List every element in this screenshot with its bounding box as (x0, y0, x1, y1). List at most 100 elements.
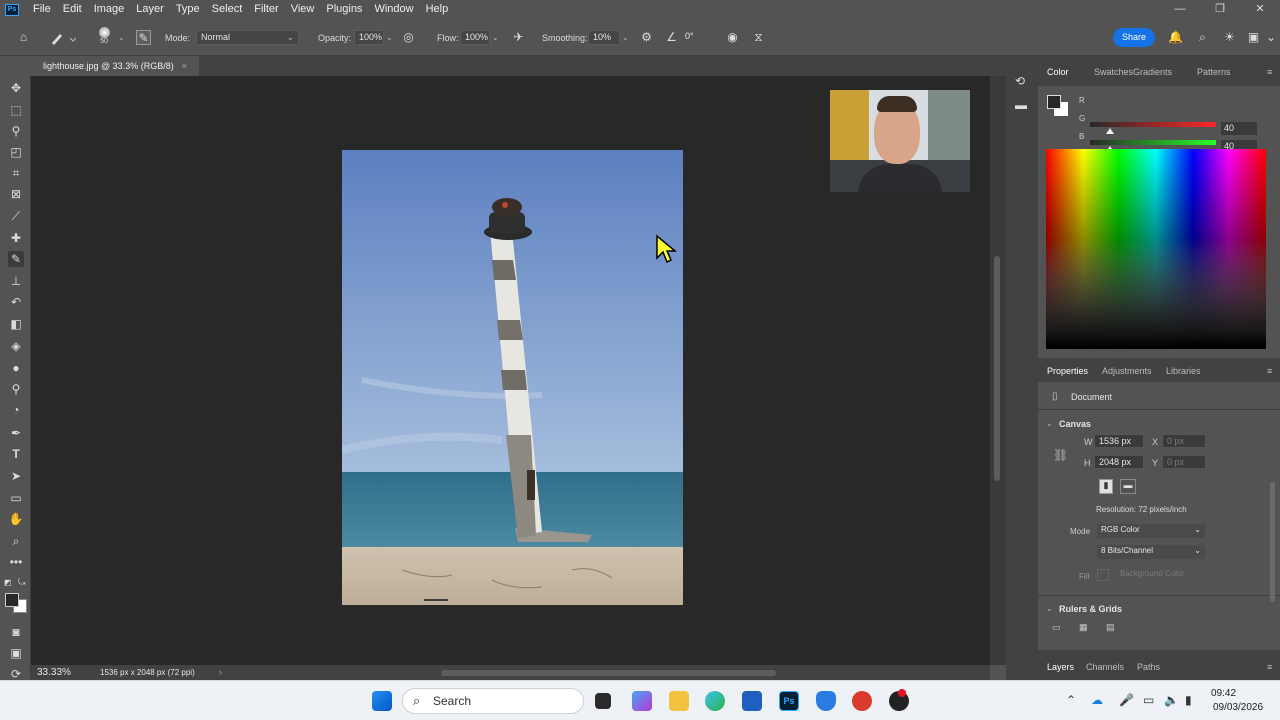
workspace-icon[interactable]: ▣ (1246, 30, 1261, 45)
mode-select[interactable]: Normal ⌄ (196, 30, 299, 45)
chevron-up-icon[interactable]: ⌃ (1066, 693, 1076, 707)
menu-layer[interactable]: Layer (130, 0, 170, 19)
crop-tool-icon[interactable]: ⌗ (8, 165, 24, 181)
frame-tool-icon[interactable]: ⊠ (8, 186, 24, 202)
menu-edit[interactable]: Edit (57, 0, 88, 19)
x-input[interactable]: 0 px (1162, 434, 1206, 448)
screen-mode-icon[interactable]: ▣ (8, 645, 24, 661)
tab-libraries[interactable]: Libraries (1166, 366, 1201, 376)
color-spectrum[interactable] (1046, 149, 1266, 349)
photoshop-taskbar-icon[interactable]: Ps (779, 691, 799, 711)
landscape-orientation-icon[interactable]: ▬ (1120, 479, 1136, 494)
dodge-tool-icon[interactable]: ◔ (8, 402, 24, 418)
file-explorer-icon[interactable] (669, 691, 689, 711)
clock-time[interactable]: 09:42 (1211, 688, 1236, 699)
tab-channels[interactable]: Channels (1086, 662, 1124, 672)
chevron-down-icon[interactable]: ⌄ (386, 33, 393, 42)
eyedropper-tool-icon[interactable]: ⟋ (8, 208, 24, 224)
foreground-color-chip[interactable] (1047, 95, 1061, 109)
brush-size-picker[interactable]: 50 (96, 27, 112, 45)
zoom-tool-icon[interactable]: ⌕ (8, 533, 24, 549)
menu-select[interactable]: Select (206, 0, 249, 19)
search-icon[interactable]: ⌕ (1195, 30, 1210, 45)
task-view-icon[interactable] (595, 693, 611, 709)
brush-settings-icon[interactable]: ✎ (136, 30, 151, 45)
menu-file[interactable]: File (27, 0, 57, 19)
ruler-icon[interactable]: ▭ (1052, 622, 1061, 633)
color-mode-select[interactable]: RGB Color ⌄ (1097, 524, 1205, 538)
grid-icon[interactable]: ▦ (1079, 622, 1088, 633)
menu-help[interactable]: Help (420, 0, 455, 19)
height-input[interactable]: 2048 px (1094, 455, 1144, 469)
default-colors-icon[interactable]: ◩ (4, 578, 12, 587)
scrollbar-thumb[interactable] (994, 256, 1000, 481)
vertical-scrollbar[interactable] (990, 76, 1006, 665)
history-icon[interactable]: ⟲ (1015, 74, 1025, 88)
menu-plugins[interactable]: Plugins (320, 0, 368, 19)
tab-color[interactable]: Color (1047, 67, 1069, 77)
menu-type[interactable]: Type (170, 0, 206, 19)
close-icon[interactable]: × (182, 61, 187, 71)
acrobat-icon[interactable] (852, 691, 872, 711)
paint-bucket-tool-icon[interactable]: ◈ (8, 338, 24, 354)
home-icon[interactable]: ⌂ (16, 30, 31, 45)
dodge-tool-icon[interactable]: ⚲ (8, 381, 24, 397)
fill-swatch[interactable] (1097, 569, 1109, 581)
close-icon[interactable]: ✕ (1240, 0, 1280, 19)
object-selection-tool-icon[interactable]: ⚲ (8, 123, 24, 139)
portrait-orientation-icon[interactable]: ▮ (1099, 479, 1113, 494)
document-tab[interactable]: lighthouse.jpg @ 33.3% (RGB/8) × (31, 56, 199, 76)
windows-start-icon[interactable] (372, 691, 392, 711)
opacity-input[interactable]: 100% (354, 30, 384, 45)
marquee-tool-icon[interactable]: ⬚ (8, 102, 24, 118)
chevron-down-icon[interactable]: ⌄ (622, 33, 629, 42)
g-slider[interactable] (1090, 140, 1216, 145)
pressure-size-icon[interactable]: ◉ (725, 30, 740, 45)
tab-adjustments[interactable]: Adjustments (1102, 366, 1152, 376)
chevron-right-icon[interactable]: › (219, 667, 222, 677)
brush-tool-icon[interactable]: ✎ (8, 251, 24, 267)
link-icon[interactable]: ⛓ (1053, 448, 1068, 462)
battery-icon[interactable]: ▮ (1185, 693, 1192, 707)
rectangle-tool-icon[interactable]: ▭ (8, 490, 24, 506)
healing-brush-tool-icon[interactable]: ✚ (8, 230, 24, 246)
flow-input[interactable]: 100% (460, 30, 490, 45)
bit-depth-select[interactable]: 8 Bits/Channel ⌄ (1097, 545, 1205, 559)
document-canvas[interactable] (342, 150, 683, 605)
network-icon[interactable]: ▭ (1143, 693, 1154, 707)
volume-icon[interactable]: 🔈 (1164, 693, 1179, 707)
menu-filter[interactable]: Filter (248, 0, 284, 19)
eraser-tool-icon[interactable]: ◧ (8, 316, 24, 332)
chevron-down-icon[interactable]: ⌄ (1046, 604, 1053, 613)
frame-select-tool-icon[interactable]: ◰ (8, 144, 24, 160)
tab-patterns[interactable]: Patterns (1197, 67, 1231, 77)
tab-swatches[interactable]: Swatches (1094, 67, 1133, 77)
chevron-down-icon[interactable]: ⌄ (118, 33, 125, 42)
foreground-color-swatch[interactable] (5, 593, 19, 607)
menu-image[interactable]: Image (88, 0, 131, 19)
chevron-down-icon[interactable]: ⌄ (492, 33, 499, 42)
bell-icon[interactable]: 🔔 (1168, 30, 1183, 45)
horizontal-scrollbar-thumb[interactable] (441, 670, 776, 676)
store-icon[interactable] (742, 691, 762, 711)
microphone-icon[interactable]: 🎤 (1119, 693, 1134, 707)
discover-icon[interactable]: ☀ (1222, 30, 1237, 45)
width-input[interactable]: 1536 px (1094, 434, 1144, 448)
minimize-icon[interactable]: — (1160, 0, 1200, 19)
taskbar-search[interactable]: ⌕ Search (402, 688, 584, 714)
panel-menu-icon[interactable]: ≡ (1267, 662, 1272, 672)
y-input[interactable]: 0 px (1162, 455, 1206, 469)
tool-preset-picker[interactable] (48, 29, 77, 47)
chevron-down-icon[interactable]: ⌄ (1266, 30, 1276, 45)
hand-tool-icon[interactable]: ✋ (8, 511, 24, 527)
properties-scrollbar[interactable] (1270, 482, 1275, 602)
guides-icon[interactable]: ▤ (1106, 622, 1115, 633)
smoothing-input[interactable]: 10% (588, 30, 620, 45)
panel-menu-icon[interactable]: ≡ (1267, 366, 1272, 376)
tab-properties[interactable]: Properties (1047, 366, 1088, 376)
maximize-icon[interactable]: ❐ (1200, 0, 1240, 19)
type-tool-icon[interactable]: T (8, 446, 24, 462)
panel-menu-icon[interactable]: ≡ (1267, 67, 1272, 77)
tab-layers[interactable]: Layers (1047, 662, 1074, 672)
r-value-input[interactable]: 40 (1221, 122, 1257, 135)
